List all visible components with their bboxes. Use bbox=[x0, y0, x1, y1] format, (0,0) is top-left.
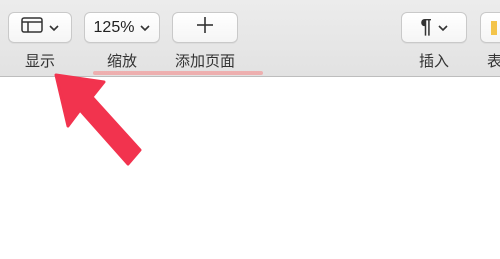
pointer-arrow-icon bbox=[54, 73, 142, 166]
